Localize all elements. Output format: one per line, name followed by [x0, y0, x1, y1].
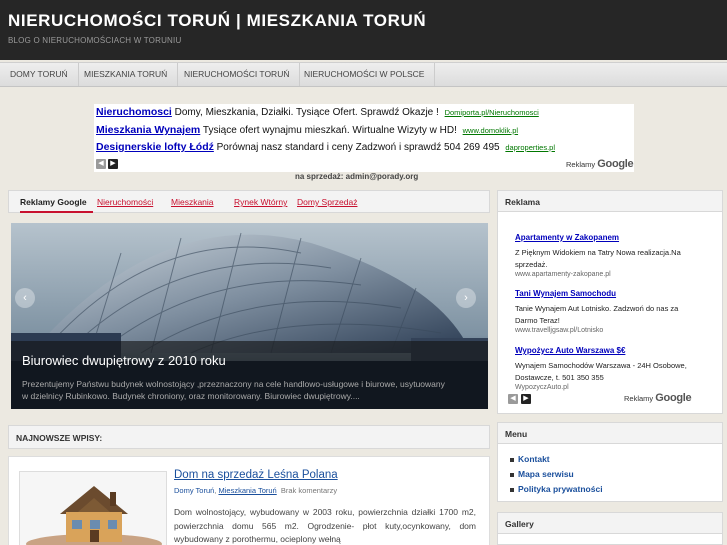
tab-domy-sprzedaz[interactable]: Domy Sprzedaż — [297, 197, 357, 207]
top-ad-brand[interactable]: Reklamy Google — [566, 158, 634, 170]
sidebar-ad-brand-prefix: Reklamy — [624, 394, 654, 403]
slider-caption: Biurowiec dwupiętrowy z 2010 roku Prezen… — [11, 341, 488, 409]
site-description: BLOG O NIERUCHOMOŚCIACH W TORUNIU — [8, 36, 182, 45]
main-nav: DOMY TORUŃ MIESZKANIA TORUŃ NIERUCHOMOŚC… — [0, 62, 727, 87]
slider-next-icon[interactable]: › — [456, 288, 476, 308]
bullet-icon — [510, 472, 514, 477]
top-ad-1: Nieruchomosci Domy, Mieszkania, Działki.… — [96, 106, 539, 118]
post-category-domy[interactable]: Domy Toruń — [174, 486, 214, 495]
post-thumbnail[interactable] — [19, 471, 167, 545]
menu-item-kontakt-label: Kontakt — [518, 454, 550, 464]
bullet-icon — [510, 487, 514, 492]
menu-item-mapa-serwisu[interactable]: Mapa serwisu — [510, 469, 574, 479]
post-comments[interactable]: Brak komentarzy — [281, 486, 337, 495]
top-ad-2-url[interactable]: www.domoklik.pl — [463, 126, 518, 135]
menu-item-polityka[interactable]: Polityka prywatności — [510, 484, 603, 494]
sidebar-ad-1-text: Z Pięknym Widokiem na Tatry Nowa realiza… — [515, 248, 681, 269]
widget-gallery — [497, 534, 723, 545]
menu-item-mapa-serwisu-label: Mapa serwisu — [518, 469, 574, 479]
menu-item-polityka-label: Polityka prywatności — [518, 484, 603, 494]
sidebar-ad-1-title[interactable]: Apartamenty w Zakopanem — [515, 233, 619, 242]
top-ad-2-text: Tysiące ofert wynajmu mieszkań. Wirtualn… — [202, 125, 457, 136]
sidebar-ad-next-icon[interactable]: ▶ — [521, 394, 531, 404]
top-ad-1-text: Domy, Mieszkania, Działki. Tysiące Ofert… — [174, 107, 439, 118]
sidebar-ad-3-text: Wynajem Samochodów Warszawa - 24H Osobow… — [515, 361, 687, 382]
top-ad-1-url[interactable]: Domiporta.pl/Nieruchomosci — [445, 108, 539, 117]
top-ad-3-text: Porównaj nasz standard i ceny Zadzwoń i … — [216, 142, 500, 153]
featured-slider[interactable]: ‹ › Biurowiec dwupiętrowy z 2010 roku Pr… — [11, 223, 488, 409]
widget-reklama-title: Reklama — [505, 197, 540, 207]
slider-title[interactable]: Biurowiec dwupiętrowy z 2010 roku — [22, 353, 226, 368]
nav-item-nieruchomosci-torun[interactable]: NIERUCHOMOŚCI TORUŃ — [174, 63, 301, 86]
nav-item-mieszkania-torun[interactable]: MIESZKANIA TORUŃ — [74, 63, 179, 86]
post-category-mieszkania[interactable]: Mieszkania Toruń — [218, 486, 276, 495]
top-ad-3-url[interactable]: daproperties.pl — [505, 143, 555, 152]
nav-item-domy-torun[interactable]: DOMY TORUŃ — [0, 63, 79, 86]
top-ad-2: Mieszkania Wynajem Tysiące ofert wynajmu… — [96, 124, 518, 136]
top-ad-3-title[interactable]: Designerskie lofty Łódź — [96, 141, 214, 153]
google-logo: Google — [655, 392, 692, 404]
menu-item-kontakt[interactable]: Kontakt — [510, 454, 550, 464]
tabs-bar: Reklamy Google Nieruchomości Mieszkania … — [8, 190, 490, 213]
widget-menu-title: Menu — [505, 429, 528, 439]
widget-gallery-title: Gallery — [505, 519, 534, 529]
widget-reklama-header: Reklama — [497, 190, 723, 212]
post-excerpt: Dom wolnostojący, wybudowany w 2003 roku… — [174, 507, 476, 544]
widget-gallery-header: Gallery — [497, 512, 723, 534]
sidebar-ad-3: Wypożycz Auto Warszawa $€ Wynajem Samoch… — [515, 340, 690, 391]
post-meta: Domy Toruń, Mieszkania Toruń Brak koment… — [174, 486, 337, 495]
house-in-hand-image — [26, 486, 162, 545]
site-header: NIERUCHOMOŚCI TORUŃ | MIESZKANIA TORUŃ B… — [0, 0, 727, 60]
sidebar-ad-3-title[interactable]: Wypożycz Auto Warszawa $€ — [515, 346, 625, 355]
top-ad-2-title[interactable]: Mieszkania Wynajem — [96, 124, 200, 136]
sidebar-ad-3-url[interactable]: WypozyczAuto.pl — [515, 384, 690, 391]
tab-selected-underline — [20, 211, 93, 213]
bullet-icon — [510, 457, 514, 462]
sidebar-ad-2: Tani Wynajem Samochodu Tanie Wynajem Aut… — [515, 283, 690, 334]
top-ad-3: Designerskie lofty Łódź Porównaj nasz st… — [96, 141, 555, 153]
slider-text: Prezentujemy Państwu budynek wolnostojąc… — [22, 379, 445, 401]
latest-posts-heading: NAJNOWSZE WPISY: — [16, 433, 103, 443]
top-ad-prev-icon[interactable]: ◀ — [96, 159, 106, 169]
sidebar-ad-prev-icon[interactable]: ◀ — [508, 394, 518, 404]
google-logo: Google — [597, 158, 634, 170]
sidebar-ad-2-url[interactable]: www.travelljgsaw.pl/Lotnisko — [515, 327, 690, 334]
post-item: Dom na sprzedaż Leśna Polana Domy Toruń,… — [8, 456, 490, 545]
post-category-separator: , — [214, 486, 217, 495]
sidebar-ad-1: Apartamenty w Zakopanem Z Pięknym Widoki… — [515, 227, 690, 278]
top-ad-block: Nieruchomosci Domy, Mieszkania, Działki.… — [94, 104, 634, 172]
top-ad-brand-prefix: Reklamy — [566, 160, 596, 169]
sidebar-ad-1-url[interactable]: www.apartamenty-zakopane.pl — [515, 271, 690, 278]
post-title[interactable]: Dom na sprzedaż Leśna Polana — [174, 469, 338, 481]
sidebar-ad-2-title[interactable]: Tani Wynajem Samochodu — [515, 289, 616, 298]
top-ad-1-title[interactable]: Nieruchomosci — [96, 106, 172, 118]
sidebar-ad-brand[interactable]: Reklamy Google — [624, 392, 692, 404]
widget-menu: Kontakt Mapa serwisu Polityka prywatnośc… — [497, 444, 723, 502]
sale-note: na sprzedaż: admin@porady.org — [295, 172, 419, 181]
latest-posts-bar: NAJNOWSZE WPISY: — [8, 425, 490, 449]
top-ad-next-icon[interactable]: ▶ — [108, 159, 118, 169]
tab-nieruchomosci[interactable]: Nieruchomości — [97, 197, 153, 207]
slider-prev-icon[interactable]: ‹ — [15, 288, 35, 308]
main-column: Reklamy Google Nieruchomości Mieszkania … — [8, 190, 490, 545]
nav-item-nieruchomosci-polska[interactable]: NIERUCHOMOŚCI W POLSCE — [294, 63, 436, 86]
tab-mieszkania[interactable]: Mieszkania — [171, 197, 214, 207]
sidebar-ad-block: Apartamenty w Zakopanem Z Pięknym Widoki… — [510, 220, 690, 396]
tab-reklamy-google[interactable]: Reklamy Google — [20, 197, 87, 207]
tab-rynek-wtorny[interactable]: Rynek Wtórny — [234, 197, 287, 207]
sidebar-ad-2-text: Tanie Wynajem Aut Lotnisko. Zadzwoń do n… — [515, 304, 679, 325]
widget-menu-header: Menu — [497, 422, 723, 444]
site-title-link[interactable]: NIERUCHOMOŚCI TORUŃ | MIESZKANIA TORUŃ — [8, 11, 426, 31]
widget-reklama: Apartamenty w Zakopanem Z Pięknym Widoki… — [497, 212, 723, 414]
